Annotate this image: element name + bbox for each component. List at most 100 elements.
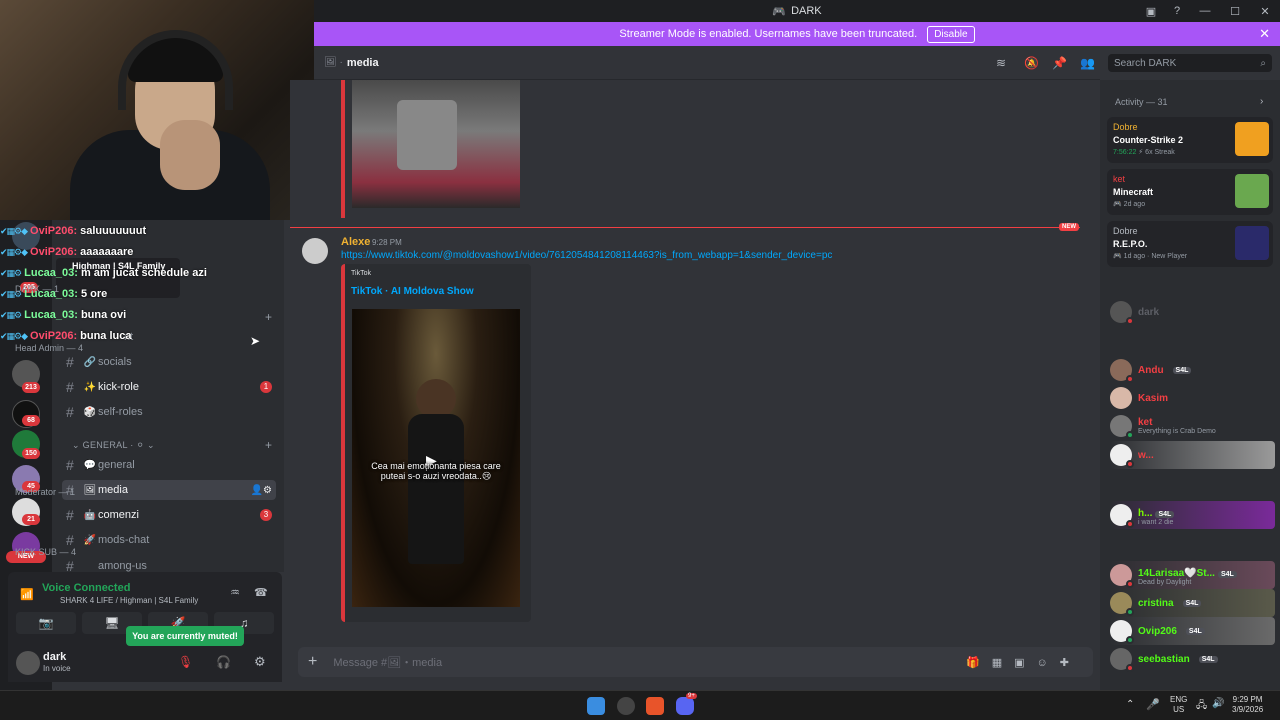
volume-icon[interactable]: 🔊 (1212, 698, 1224, 709)
attach-plus-icon[interactable]: + (308, 653, 317, 671)
activity-card[interactable]: Dobre Counter-Strike 2 7:56:22 ⚡ 6x Stre… (1107, 117, 1273, 163)
activity-time: 7:56:22 (1113, 149, 1137, 156)
member-name: cristina (1138, 597, 1174, 609)
avatar[interactable] (302, 238, 328, 264)
region-code: US (1173, 705, 1185, 714)
member-tag: S4L (1182, 599, 1202, 607)
hash-icon: # (66, 354, 74, 370)
message-link[interactable]: https://www.tiktok.com/@moldovashow1/vid… (341, 250, 832, 261)
message-list: NEW Alexe 9:28 PM https://www.tiktok.com… (290, 80, 1100, 640)
channel-socials[interactable]: # 🔗 socials (62, 352, 276, 372)
avatar (1110, 444, 1134, 468)
member-row[interactable]: cristina S4L (1110, 589, 1275, 617)
game-cover-image (1235, 174, 1269, 208)
system-clock[interactable]: 9:29 PM 3/9/2026 (1232, 695, 1263, 715)
member-row[interactable]: ket Everything is Crab Demo (1110, 412, 1275, 440)
streamer-mode-banner: Streamer Mode is enabled. Usernames have… (314, 22, 1280, 46)
maximize-button[interactable]: ☐ (1220, 5, 1250, 18)
chevron-right-icon[interactable]: › (1260, 96, 1263, 107)
network-icon[interactable]: 🖧 (1196, 698, 1207, 715)
member-row[interactable]: seebastian S4L (1110, 645, 1275, 673)
embed-video[interactable]: ▶ Cea mai emoționanta piesa care puteai … (352, 309, 520, 607)
pin-icon[interactable]: 📌 (1052, 56, 1067, 70)
brave-browser-icon[interactable] (646, 697, 664, 715)
game-cover-image (1235, 122, 1269, 156)
minimize-button[interactable]: — (1190, 5, 1220, 17)
member-row[interactable]: w... (1110, 441, 1275, 469)
activity-card[interactable]: Dobre R.E.P.O. 🎮 1d ago · New Player (1107, 221, 1273, 267)
language-indicator[interactable]: ENG US (1170, 695, 1187, 715)
media-channel-icon: 🖼 · (324, 57, 343, 68)
avatar (1110, 620, 1134, 644)
activity-extra: 6x Streak (1145, 149, 1175, 156)
close-banner-icon[interactable]: ✕ (1259, 26, 1270, 42)
member-row[interactable]: 14Larisaa🤍St... S4L Dead by Daylight (1110, 561, 1275, 589)
member-list-icon[interactable]: 👥 (1080, 56, 1095, 70)
channel-general[interactable]: # 💬 general (62, 455, 276, 475)
threads-icon[interactable]: ≋ (996, 56, 1006, 70)
avatar (1110, 387, 1132, 409)
activity-user: ket (1113, 174, 1126, 184)
channel-kick-role[interactable]: # ✨ kick-role 1 (62, 377, 276, 397)
help-icon[interactable]: ? (1164, 5, 1190, 17)
channel-comenzi[interactable]: # 🤖 comenzi 3 (62, 505, 276, 525)
activity-user: Dobre (1113, 122, 1138, 132)
status-dot (1126, 431, 1134, 439)
chat-username: OviP206: (30, 246, 78, 258)
disconnect-icon[interactable]: ☎ (254, 586, 268, 599)
close-window-button[interactable]: ✕ (1250, 5, 1280, 18)
activity-card[interactable]: ket Minecraft 🎮 2d ago (1107, 169, 1273, 215)
activity-meta: 7:56:22 ⚡ 6x Streak (1113, 149, 1175, 156)
gym-shorts-image (397, 100, 457, 170)
composer-placeholder: Message #🖼・media (333, 657, 443, 669)
server-badge: 21 (22, 514, 40, 525)
microphone-icon[interactable]: 🎤 (1146, 698, 1160, 711)
member-row[interactable]: Kasim (1110, 384, 1275, 412)
activity-user: Dobre (1113, 226, 1138, 236)
channel-mods-chat[interactable]: # 🚀 mods-chat (62, 530, 276, 550)
hash-icon: # (66, 507, 74, 523)
mouse-cursor-icon: ➤ (250, 334, 261, 348)
member-tag: S4L (1198, 655, 1218, 663)
embed-title[interactable]: TikTok · AI Moldova Show (351, 286, 474, 297)
headphones-icon[interactable]: 🎧 (216, 655, 231, 669)
camera-off-button[interactable]: 📷 (16, 612, 76, 634)
chat-username: Lucaa_03: (24, 309, 78, 321)
channel-self-roles[interactable]: # 🎲 self-roles (62, 402, 276, 422)
message-author[interactable]: Alexe (341, 236, 370, 248)
member-row[interactable]: h... S4L i want 2 die (1110, 501, 1275, 529)
message-composer[interactable]: + Message #🖼・media 🎁▦▣☺✚ (298, 647, 1093, 677)
inbox-icon[interactable]: ▣ (1138, 5, 1164, 18)
channel-emoji: 🚀 (83, 534, 97, 546)
chat-badges-icon: ✔▦⚙ (0, 267, 22, 278)
stream-chat-line: ✔▦⚙ Lucaa_03: m am jucat schedule azi (0, 267, 207, 279)
avatar[interactable] (16, 651, 40, 675)
add-channel-icon[interactable]: + (265, 438, 272, 452)
avatar (1110, 564, 1134, 588)
obs-app-icon[interactable] (617, 697, 635, 715)
mute-notifications-icon[interactable]: 🔕 (1024, 56, 1039, 70)
disable-streamer-button[interactable]: Disable (927, 25, 975, 43)
member-row[interactable]: dark (1110, 298, 1275, 326)
webcam-feed (0, 0, 314, 220)
composer-toolbar-icons[interactable]: 🎁▦▣☺✚ (966, 656, 1081, 669)
voice-location[interactable]: SHARK 4 LIFE / Highman | S4L Family (60, 596, 198, 605)
add-channel-icon[interactable]: + (265, 310, 272, 324)
chevron-up-icon[interactable]: ⌃ (1126, 699, 1134, 710)
activity-header[interactable]: Activity — 31 (1115, 97, 1168, 107)
channel-settings-icon[interactable]: 👤⚙ (251, 485, 272, 496)
windows-start-icon[interactable] (587, 697, 605, 715)
member-name: ket (1138, 417, 1153, 428)
mic-muted-icon[interactable]: 🎙 (178, 655, 193, 669)
member-row[interactable]: Andu S4L (1110, 356, 1275, 384)
previous-media-image[interactable] (352, 80, 520, 208)
category-general[interactable]: ⌄ GENERAL · ⚪ ⌄ (72, 440, 155, 451)
discord-app-icon[interactable] (676, 697, 694, 715)
member-row[interactable]: Ovip206 S4L (1110, 617, 1275, 645)
noise-suppression-icon[interactable]: ♒ (230, 586, 240, 599)
user-panel: dark In voice 🎙 🎧 ⚙ (8, 646, 282, 682)
channel-media[interactable]: # 🖼 media 👤⚙ (62, 480, 276, 500)
search-input[interactable]: Search DARK ⌕ (1108, 54, 1272, 72)
activity-game: R.E.P.O. (1113, 239, 1148, 249)
gear-icon[interactable]: ⚙ (254, 654, 266, 670)
